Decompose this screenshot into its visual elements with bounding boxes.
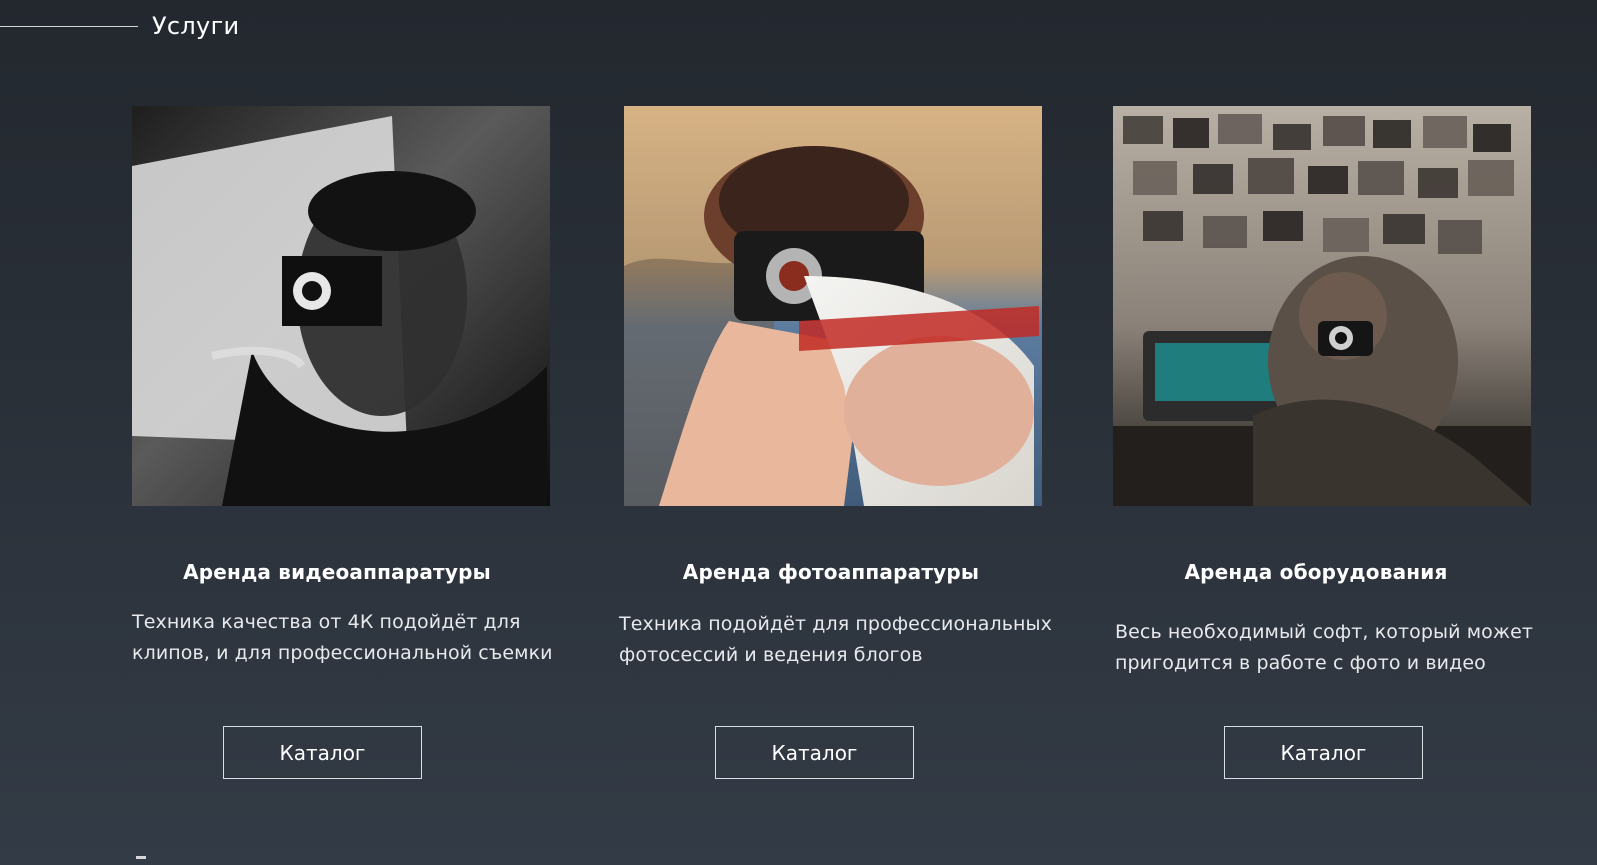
equipment-rental-image: [1113, 106, 1531, 506]
service-card-equipment: Аренда оборудования Весь необходимый соф…: [1113, 106, 1533, 779]
card-title: Аренда видеоаппаратуры: [183, 560, 491, 584]
card-title: Аренда фотоаппаратуры: [682, 560, 980, 584]
next-section-line-fragment: [136, 856, 146, 859]
services-cards: Аренда видеоаппаратуры Техника качества …: [0, 0, 1597, 865]
card-title: Аренда оборудования: [1184, 560, 1448, 584]
service-card-photo: Аренда фотоаппаратуры Техника подойдёт д…: [619, 106, 1052, 779]
card-description: Техника подойдёт для профессиональных фо…: [619, 613, 1052, 666]
photo-woman-with-vintage-camera-icon: [132, 106, 550, 506]
card-description: Весь необходимый софт, который может при…: [1115, 621, 1534, 674]
catalog-button[interactable]: Каталог: [223, 726, 422, 779]
catalog-button[interactable]: Каталог: [1224, 726, 1423, 779]
photo-person-in-room-with-photos-icon: [1113, 106, 1531, 506]
catalog-button[interactable]: Каталог: [715, 726, 914, 779]
service-card-video: Аренда видеоаппаратуры Техника качества …: [132, 106, 553, 779]
card-description: Техника качества от 4К подойдёт для клип…: [132, 611, 553, 664]
photo-rental-image: [624, 106, 1042, 506]
photo-girl-with-camera-by-sea-icon: [624, 106, 1042, 506]
video-rental-image: [132, 106, 550, 506]
